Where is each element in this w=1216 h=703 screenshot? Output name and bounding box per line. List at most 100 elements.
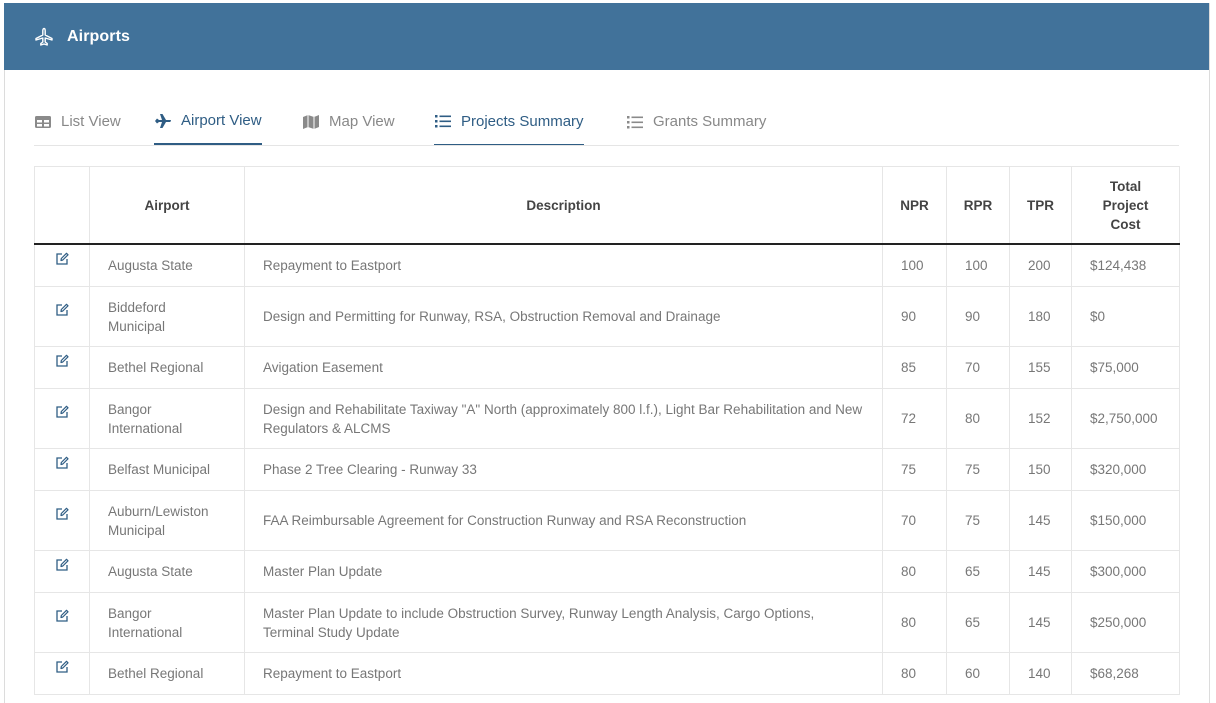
tpr-cell: 180 — [1009, 286, 1072, 347]
edit-cell — [34, 286, 90, 347]
map-icon — [303, 114, 319, 129]
airport-cell: Augusta State — [89, 244, 245, 287]
total-project-cost-cell: $250,000 — [1071, 592, 1180, 653]
edit-icon[interactable] — [55, 252, 69, 266]
rpr-cell: 90 — [946, 286, 1010, 347]
total-project-cost-cell: $124,438 — [1071, 244, 1180, 287]
description-cell: Avigation Easement — [244, 346, 883, 389]
tpr-cell: 150 — [1009, 448, 1072, 491]
rpr-cell: 75 — [946, 490, 1010, 551]
table-row: Augusta State Repayment to Eastport 100 … — [34, 244, 1180, 287]
description-cell: Repayment to Eastport — [244, 244, 883, 287]
plane-icon — [35, 27, 53, 46]
edit-cell — [34, 346, 90, 389]
npr-cell: 70 — [882, 490, 947, 551]
table-row: Bethel Regional Avigation Easement 85 70… — [34, 346, 1180, 389]
tpr-cell: 152 — [1009, 388, 1072, 449]
npr-cell: 100 — [882, 244, 947, 287]
tpr-cell: 155 — [1009, 346, 1072, 389]
tab-label: Projects Summary — [461, 112, 584, 130]
edit-cell — [34, 592, 90, 653]
total-project-cost-cell: $300,000 — [1071, 550, 1180, 593]
edit-cell — [34, 490, 90, 551]
column-header-npr[interactable]: NPR — [882, 166, 947, 245]
airport-cell: Bethel Regional — [89, 652, 245, 695]
projects-table: Airport Description NPR RPR TPR Total Pr… — [34, 166, 1180, 695]
tab-list-view[interactable]: List View — [34, 100, 121, 145]
rpr-cell: 75 — [946, 448, 1010, 491]
airport-cell: Bangor International — [89, 388, 245, 449]
description-cell: Master Plan Update to include Obstructio… — [244, 592, 883, 653]
plane-icon — [155, 113, 172, 128]
table-row: Bangor International Design and Rehabili… — [34, 388, 1180, 449]
edit-cell — [34, 550, 90, 593]
npr-cell: 85 — [882, 346, 947, 389]
rpr-cell: 65 — [946, 550, 1010, 593]
tab-label: Airport View — [181, 112, 262, 129]
rpr-cell: 60 — [946, 652, 1010, 695]
edit-icon[interactable] — [55, 354, 69, 368]
edit-icon[interactable] — [55, 660, 69, 674]
npr-cell: 80 — [882, 652, 947, 695]
table-header-row: Airport Description NPR RPR TPR Total Pr… — [34, 166, 1180, 245]
npr-cell: 80 — [882, 592, 947, 653]
total-project-cost-cell: $150,000 — [1071, 490, 1180, 551]
airport-cell: Augusta State — [89, 550, 245, 593]
table-row: Bangor International Master Plan Update … — [34, 592, 1180, 653]
view-tabs: List View Airport View Map View Projects… — [34, 100, 1179, 146]
description-cell: Repayment to Eastport — [244, 652, 883, 695]
edit-icon[interactable] — [55, 609, 69, 623]
column-header-total-project-cost[interactable]: Total Project Cost — [1071, 166, 1180, 245]
app-header: Airports — [4, 3, 1209, 70]
page-title: Airports — [67, 28, 131, 45]
airport-cell: Bangor International — [89, 592, 245, 653]
tpr-cell: 140 — [1009, 652, 1072, 695]
rpr-cell: 80 — [946, 388, 1010, 449]
table-row: Belfast Municipal Phase 2 Tree Clearing … — [34, 448, 1180, 491]
tpr-cell: 200 — [1009, 244, 1072, 287]
total-project-cost-cell: $320,000 — [1071, 448, 1180, 491]
column-header-edit — [34, 166, 90, 245]
npr-cell: 72 — [882, 388, 947, 449]
tab-projects-summary[interactable]: Projects Summary — [434, 100, 584, 145]
column-header-rpr[interactable]: RPR — [946, 166, 1010, 245]
edit-icon[interactable] — [55, 456, 69, 470]
description-cell: Design and Rehabilitate Taxiway "A" Nort… — [244, 388, 883, 449]
edit-icon[interactable] — [55, 507, 69, 521]
rpr-cell: 70 — [946, 346, 1010, 389]
tab-label: List View — [61, 113, 121, 130]
column-header-tpr[interactable]: TPR — [1009, 166, 1072, 245]
table-row: Augusta State Master Plan Update 80 65 1… — [34, 550, 1180, 593]
rpr-cell: 65 — [946, 592, 1010, 653]
list-icon — [435, 115, 451, 128]
tab-airport-view[interactable]: Airport View — [154, 100, 262, 145]
tpr-cell: 145 — [1009, 550, 1072, 593]
edit-icon[interactable] — [55, 558, 69, 572]
airport-cell: Biddeford Municipal — [89, 286, 245, 347]
edit-cell — [34, 388, 90, 449]
npr-cell: 90 — [882, 286, 947, 347]
edit-icon[interactable] — [55, 405, 69, 419]
description-cell: Master Plan Update — [244, 550, 883, 593]
edit-cell — [34, 244, 90, 287]
description-cell: Design and Permitting for Runway, RSA, O… — [244, 286, 883, 347]
tab-map-view[interactable]: Map View — [302, 100, 395, 145]
airport-cell: Belfast Municipal — [89, 448, 245, 491]
tpr-cell: 145 — [1009, 592, 1072, 653]
edit-cell — [34, 652, 90, 695]
total-project-cost-cell: $2,750,000 — [1071, 388, 1180, 449]
table-icon — [35, 115, 51, 128]
tpr-cell: 145 — [1009, 490, 1072, 551]
table-row: Auburn/Lewiston Municipal FAA Reimbursab… — [34, 490, 1180, 551]
airport-cell: Auburn/Lewiston Municipal — [89, 490, 245, 551]
column-header-description[interactable]: Description — [244, 166, 883, 245]
total-project-cost-cell: $75,000 — [1071, 346, 1180, 389]
edit-icon[interactable] — [55, 303, 69, 317]
total-project-cost-cell: $0 — [1071, 286, 1180, 347]
airport-cell: Bethel Regional — [89, 346, 245, 389]
table-row: Biddeford Municipal Design and Permittin… — [34, 286, 1180, 347]
tab-grants-summary[interactable]: Grants Summary — [626, 100, 766, 145]
tab-label: Grants Summary — [653, 113, 767, 130]
description-cell: Phase 2 Tree Clearing - Runway 33 — [244, 448, 883, 491]
column-header-airport[interactable]: Airport — [89, 166, 245, 245]
